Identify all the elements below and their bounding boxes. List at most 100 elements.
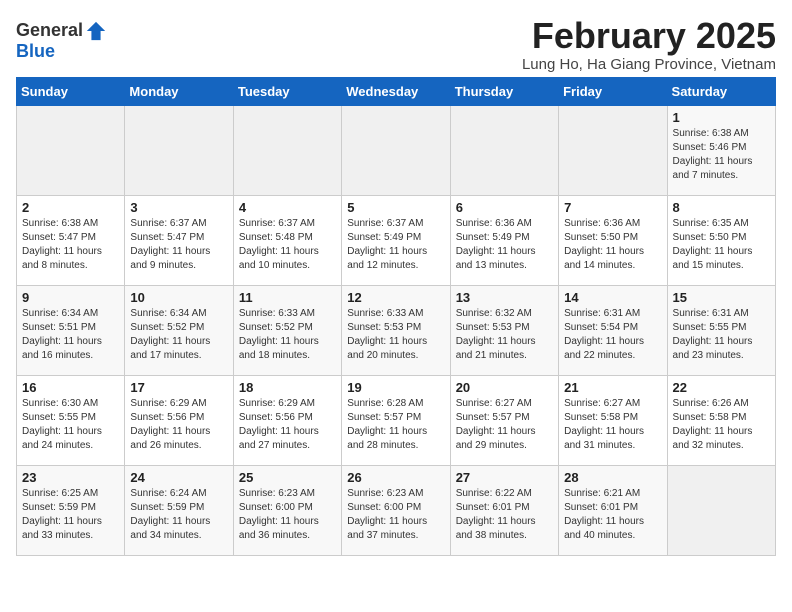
logo-blue-text: Blue [16,41,55,61]
calendar-cell [667,465,775,555]
day-info: Sunrise: 6:24 AM Sunset: 5:59 PM Dayligh… [130,487,227,543]
day-number: 11 [239,290,336,305]
calendar-subtitle: Lung Ho, Ha Giang Province, Vietnam [522,56,776,73]
calendar-table: SundayMondayTuesdayWednesdayThursdayFrid… [16,77,776,556]
day-info: Sunrise: 6:26 AM Sunset: 5:58 PM Dayligh… [673,397,770,453]
calendar-header-row: SundayMondayTuesdayWednesdayThursdayFrid… [17,77,776,105]
day-number: 14 [564,290,661,305]
day-header-sunday: Sunday [17,77,125,105]
day-number: 22 [673,380,770,395]
day-info: Sunrise: 6:22 AM Sunset: 6:01 PM Dayligh… [456,487,553,543]
day-info: Sunrise: 6:37 AM Sunset: 5:49 PM Dayligh… [347,217,444,273]
calendar-cell: 28 Sunrise: 6:21 AM Sunset: 6:01 PM Dayli… [559,465,667,555]
day-header-saturday: Saturday [667,77,775,105]
calendar-cell [450,105,558,195]
day-number: 21 [564,380,661,395]
day-header-wednesday: Wednesday [342,77,450,105]
day-header-friday: Friday [559,77,667,105]
day-info: Sunrise: 6:38 AM Sunset: 5:47 PM Dayligh… [22,217,119,273]
day-header-monday: Monday [125,77,233,105]
calendar-cell: 6Sunrise: 6:36 AM Sunset: 5:49 PM Daylig… [450,195,558,285]
day-number: 24 [130,470,227,485]
calendar-cell: 11 Sunrise: 6:33 AM Sunset: 5:52 PM Dayli… [233,285,341,375]
calendar-cell: 5 Sunrise: 6:37 AM Sunset: 5:49 PM Daylig… [342,195,450,285]
day-number: 7 [564,200,661,215]
day-info: Sunrise: 6:33 AM Sunset: 5:53 PM Dayligh… [347,307,444,363]
day-info: Sunrise: 6:25 AM Sunset: 5:59 PM Dayligh… [22,487,119,543]
calendar-cell: 4Sunrise: 6:37 AM Sunset: 5:48 PM Daylig… [233,195,341,285]
calendar-cell: 26Sunrise: 6:23 AM Sunset: 6:00 PM Dayli… [342,465,450,555]
day-number: 17 [130,380,227,395]
logo-general-text: General [16,20,83,40]
calendar-week-row: 1Sunrise: 6:38 AM Sunset: 5:46 PM Daylig… [17,105,776,195]
day-number: 23 [22,470,119,485]
calendar-cell [342,105,450,195]
day-header-tuesday: Tuesday [233,77,341,105]
calendar-cell: 20 Sunrise: 6:27 AM Sunset: 5:57 PM Dayli… [450,375,558,465]
day-number: 20 [456,380,553,395]
logo: General Blue [16,20,107,62]
day-info: Sunrise: 6:36 AM Sunset: 5:50 PM Dayligh… [564,217,661,273]
day-info: Sunrise: 6:30 AM Sunset: 5:55 PM Dayligh… [22,397,119,453]
day-number: 27 [456,470,553,485]
day-info: Sunrise: 6:27 AM Sunset: 5:57 PM Dayligh… [456,397,553,453]
day-number: 9 [22,290,119,305]
day-info: Sunrise: 6:34 AM Sunset: 5:51 PM Dayligh… [22,307,119,363]
calendar-cell: 15 Sunrise: 6:31 AM Sunset: 5:55 PM Dayli… [667,285,775,375]
calendar-cell: 12 Sunrise: 6:33 AM Sunset: 5:53 PM Dayli… [342,285,450,375]
day-info: Sunrise: 6:34 AM Sunset: 5:52 PM Dayligh… [130,307,227,363]
day-number: 25 [239,470,336,485]
day-info: Sunrise: 6:27 AM Sunset: 5:58 PM Dayligh… [564,397,661,453]
title-area: February 2025 Lung Ho, Ha Giang Province… [522,16,776,73]
calendar-cell: 22 Sunrise: 6:26 AM Sunset: 5:58 PM Dayli… [667,375,775,465]
day-info: Sunrise: 6:38 AM Sunset: 5:46 PM Dayligh… [673,127,770,183]
day-number: 5 [347,200,444,215]
day-info: Sunrise: 6:29 AM Sunset: 5:56 PM Dayligh… [130,397,227,453]
calendar-week-row: 9 Sunrise: 6:34 AM Sunset: 5:51 PM Daylig… [17,285,776,375]
day-number: 16 [22,380,119,395]
day-number: 10 [130,290,227,305]
day-info: Sunrise: 6:32 AM Sunset: 5:53 PM Dayligh… [456,307,553,363]
day-info: Sunrise: 6:29 AM Sunset: 5:56 PM Dayligh… [239,397,336,453]
day-number: 13 [456,290,553,305]
day-info: Sunrise: 6:21 AM Sunset: 6:01 PM Dayligh… [564,487,661,543]
calendar-week-row: 23 Sunrise: 6:25 AM Sunset: 5:59 PM Dayli… [17,465,776,555]
calendar-cell: 10 Sunrise: 6:34 AM Sunset: 5:52 PM Dayli… [125,285,233,375]
calendar-cell [233,105,341,195]
day-number: 4 [239,200,336,215]
day-info: Sunrise: 6:37 AM Sunset: 5:47 PM Dayligh… [130,217,227,273]
day-number: 8 [673,200,770,215]
header: General Blue February 2025 Lung Ho, Ha G… [16,16,776,73]
day-info: Sunrise: 6:35 AM Sunset: 5:50 PM Dayligh… [673,217,770,273]
calendar-cell: 14 Sunrise: 6:31 AM Sunset: 5:54 PM Dayli… [559,285,667,375]
calendar-week-row: 2 Sunrise: 6:38 AM Sunset: 5:47 PM Daylig… [17,195,776,285]
calendar-title: February 2025 [522,16,776,56]
day-header-thursday: Thursday [450,77,558,105]
day-number: 19 [347,380,444,395]
calendar-cell: 9 Sunrise: 6:34 AM Sunset: 5:51 PM Daylig… [17,285,125,375]
day-number: 6 [456,200,553,215]
day-number: 18 [239,380,336,395]
day-number: 2 [22,200,119,215]
calendar-cell: 18 Sunrise: 6:29 AM Sunset: 5:56 PM Dayli… [233,375,341,465]
calendar-cell: 3 Sunrise: 6:37 AM Sunset: 5:47 PM Daylig… [125,195,233,285]
calendar-cell [17,105,125,195]
calendar-cell: 19 Sunrise: 6:28 AM Sunset: 5:57 PM Dayli… [342,375,450,465]
calendar-cell: 7 Sunrise: 6:36 AM Sunset: 5:50 PM Daylig… [559,195,667,285]
calendar-week-row: 16 Sunrise: 6:30 AM Sunset: 5:55 PM Dayli… [17,375,776,465]
calendar-cell [125,105,233,195]
day-number: 28 [564,470,661,485]
day-info: Sunrise: 6:28 AM Sunset: 5:57 PM Dayligh… [347,397,444,453]
calendar-cell: 16 Sunrise: 6:30 AM Sunset: 5:55 PM Dayli… [17,375,125,465]
day-number: 15 [673,290,770,305]
day-info: Sunrise: 6:31 AM Sunset: 5:54 PM Dayligh… [564,307,661,363]
day-info: Sunrise: 6:33 AM Sunset: 5:52 PM Dayligh… [239,307,336,363]
day-number: 3 [130,200,227,215]
day-number: 12 [347,290,444,305]
calendar-cell: 21 Sunrise: 6:27 AM Sunset: 5:58 PM Dayli… [559,375,667,465]
day-info: Sunrise: 6:31 AM Sunset: 5:55 PM Dayligh… [673,307,770,363]
calendar-cell: 17 Sunrise: 6:29 AM Sunset: 5:56 PM Dayli… [125,375,233,465]
calendar-cell: 27 Sunrise: 6:22 AM Sunset: 6:01 PM Dayli… [450,465,558,555]
day-number: 26 [347,470,444,485]
calendar-cell [559,105,667,195]
